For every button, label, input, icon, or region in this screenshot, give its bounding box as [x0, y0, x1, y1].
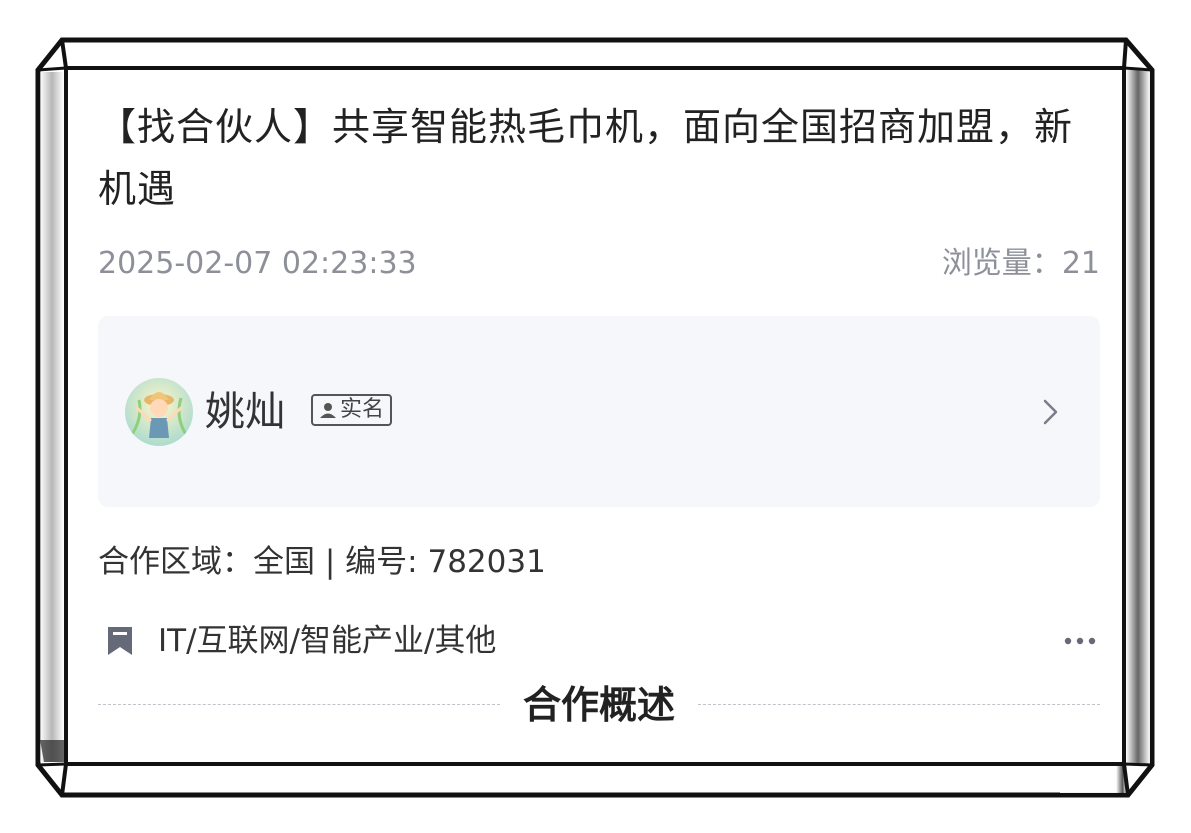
- section-divider-right: [698, 704, 1100, 705]
- view-count-value: 21: [1061, 246, 1100, 281]
- user-icon: [320, 403, 336, 418]
- info-separator: |: [315, 544, 346, 580]
- region-value: 全国: [253, 544, 315, 580]
- more-icon[interactable]: [1060, 625, 1100, 657]
- region-label: 合作区域：: [98, 544, 253, 580]
- post-title: 【找合伙人】共享智能热毛巾机，面向全国招商加盟，新机遇: [98, 105, 1074, 211]
- section-title: 合作概述: [522, 683, 675, 727]
- id-value: 782031: [427, 544, 546, 580]
- category-path[interactable]: IT/互联网/智能产业/其他: [158, 617, 496, 665]
- chevron-right-icon[interactable]: [1038, 396, 1062, 428]
- verified-badge-label: 实名: [340, 397, 385, 422]
- category-row: IT/互联网/智能产业/其他: [98, 617, 1100, 665]
- id-label: 编号:: [345, 544, 428, 580]
- bookmark-icon: [108, 627, 132, 655]
- post-detail-card: 【找合伙人】共享智能热毛巾机，面向全国招商加盟，新机遇 2025-02-07 0…: [68, 70, 1122, 762]
- view-count-label: 浏览量：: [941, 246, 1062, 281]
- cooperation-info: 合作区域：全国 | 编号: 782031: [98, 538, 546, 586]
- avatar-illustration: [125, 378, 193, 446]
- section-header: 合作概述: [98, 680, 1100, 730]
- post-datetime: 2025-02-07 02:23:33: [98, 246, 417, 281]
- author-card[interactable]: 姚灿 实名: [98, 316, 1100, 507]
- view-count: 浏览量：21: [942, 242, 1100, 286]
- avatar[interactable]: [125, 378, 193, 446]
- post-meta: 2025-02-07 02:23:33 浏览量：21: [98, 242, 1100, 286]
- author-name[interactable]: 姚灿: [205, 384, 285, 440]
- verified-badge: 实名: [311, 394, 393, 426]
